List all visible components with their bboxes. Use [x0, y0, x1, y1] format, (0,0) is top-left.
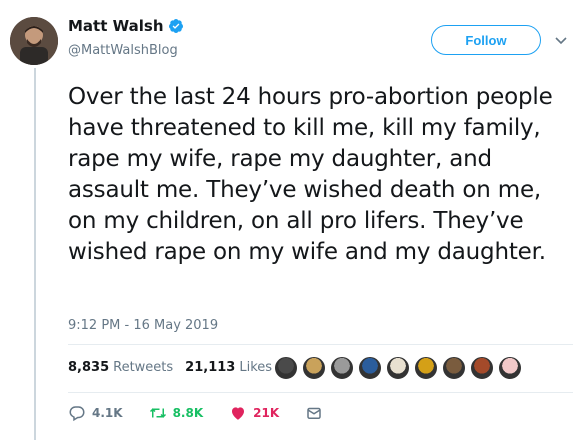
retweets-stat[interactable]: 8,835 Retweets	[68, 360, 173, 375]
retweet-icon	[149, 408, 166, 418]
liker-avatar[interactable]	[442, 356, 466, 380]
chevron-down-icon[interactable]	[555, 37, 567, 45]
follow-button[interactable]: Follow	[431, 25, 541, 55]
reply-count: 4.1K	[92, 406, 123, 420]
like-button[interactable]: 21K	[229, 404, 279, 422]
liker-avatar[interactable]	[330, 356, 354, 380]
tweet-text: Over the last 24 hours pro-abortion peop…	[68, 84, 560, 265]
like-count: 21K	[253, 406, 280, 420]
liker-avatar[interactable]	[302, 356, 326, 380]
divider	[68, 392, 573, 393]
liker-avatar[interactable]	[414, 356, 438, 380]
tweet-card: Matt Walsh @MattWalshBlog Follow Over th…	[0, 0, 573, 440]
envelope-icon	[307, 407, 321, 419]
retweets-count: 8,835	[68, 360, 110, 375]
thread-line	[34, 68, 36, 440]
display-name[interactable]: Matt Walsh	[68, 17, 164, 35]
liker-avatar[interactable]	[470, 356, 494, 380]
likes-stat[interactable]: 21,113 Likes	[185, 360, 272, 375]
likes-label: Likes	[239, 360, 273, 375]
retweet-button[interactable]: 8.8K	[149, 404, 204, 422]
heart-icon	[232, 407, 245, 420]
user-handle[interactable]: @MattWalshBlog	[68, 43, 178, 58]
avatar[interactable]	[10, 17, 58, 65]
likes-count: 21,113	[185, 360, 236, 375]
liker-avatar[interactable]	[386, 356, 410, 380]
liker-avatars[interactable]	[274, 356, 526, 380]
divider	[68, 344, 573, 345]
tweet-timestamp[interactable]: 9:12 PM - 16 May 2019	[68, 318, 218, 333]
retweets-label: Retweets	[113, 360, 174, 375]
direct-message-button[interactable]	[305, 404, 329, 422]
retweet-count: 8.8K	[172, 406, 204, 420]
reply-icon	[69, 406, 85, 422]
tweet-actions: 4.1K 8.8K 21K	[68, 404, 355, 422]
liker-avatar[interactable]	[274, 356, 298, 380]
engagement-stats: 8,835 Retweets 21,113 Likes	[68, 360, 284, 375]
liker-avatar[interactable]	[358, 356, 382, 380]
liker-avatar[interactable]	[498, 356, 522, 380]
verified-badge-icon	[168, 19, 183, 33]
reply-button[interactable]: 4.1K	[68, 404, 123, 422]
